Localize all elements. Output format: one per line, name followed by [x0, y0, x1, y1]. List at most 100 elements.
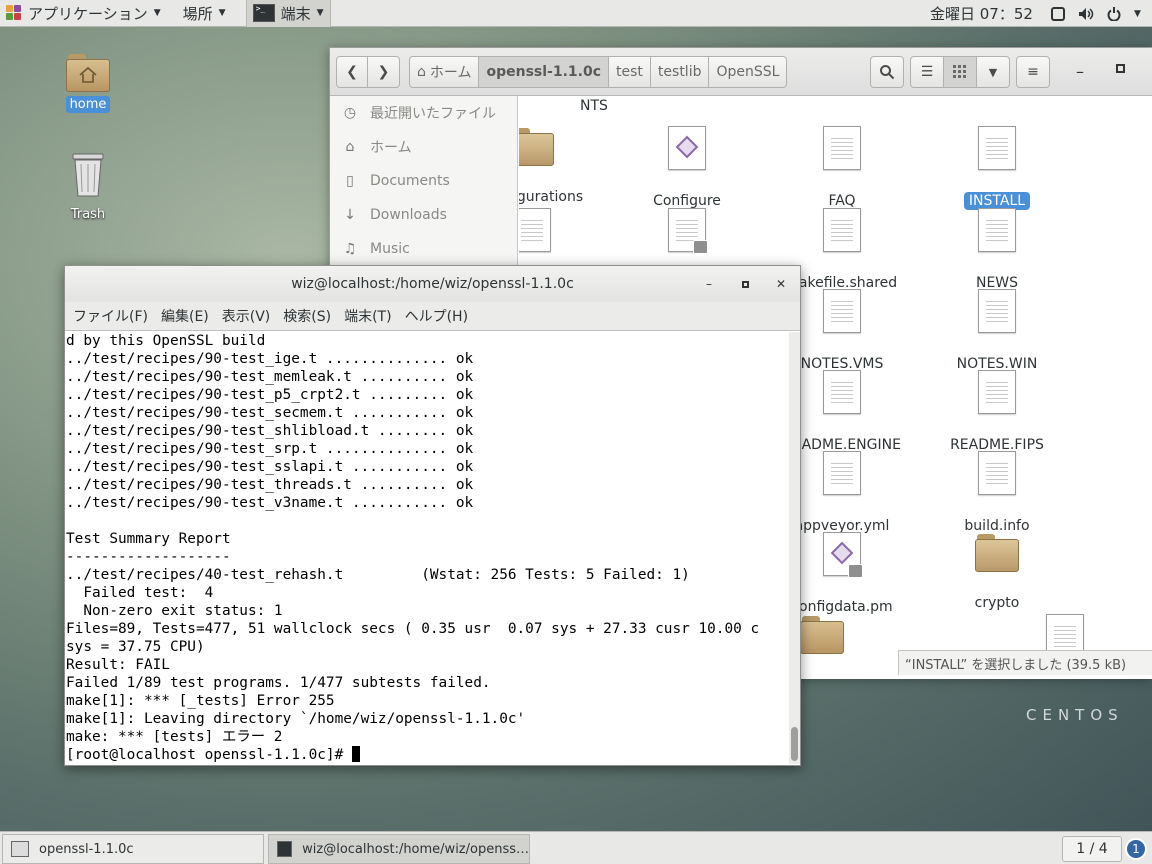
- file-item[interactable]: NEWS: [922, 208, 1072, 292]
- text-file-icon: [978, 370, 1016, 414]
- text-file-icon: [519, 208, 551, 252]
- hamburger-icon: ≡: [1027, 64, 1039, 80]
- script-file-icon: [823, 532, 863, 578]
- terminal-titlebar[interactable]: wiz@localhost:/home/wiz/openssl-1.1.0c –…: [65, 266, 800, 302]
- forward-button[interactable]: ❯: [368, 56, 400, 88]
- terminal-icon: >_: [252, 4, 275, 22]
- minimize-button[interactable]: –: [1070, 62, 1090, 82]
- terminal-menu-item[interactable]: 端末(T): [344, 306, 391, 326]
- list-icon: ☰: [920, 64, 934, 80]
- sidebar-item-label: Music: [370, 241, 410, 257]
- file-item[interactable]: build.info: [922, 451, 1072, 535]
- terminal-icon: [277, 841, 293, 857]
- desktop-home-icon[interactable]: home: [58, 52, 118, 113]
- terminal-cursor: [351, 746, 360, 762]
- text-file-icon: [978, 126, 1016, 170]
- terminal-close-button[interactable]: ✕: [771, 274, 791, 294]
- crumb-testlib-label: testlib: [657, 64, 702, 80]
- file-item[interactable]: Configure: [612, 126, 762, 210]
- centos-logo-text: CENTOS: [1026, 706, 1124, 724]
- chevron-down-icon: ▼: [218, 8, 226, 18]
- clock[interactable]: 金曜日 07：52: [930, 0, 1033, 27]
- text-file-icon: [823, 208, 861, 252]
- selection-status: “INSTALL” を選択しました (39.5 kB): [898, 650, 1152, 675]
- sidebar-item-music[interactable]: ♫ Music: [330, 232, 517, 266]
- terminal-line: sys = 37.75 CPU): [66, 639, 205, 655]
- applications-menu[interactable]: アプリケーション ▼: [0, 0, 167, 27]
- terminal-maximize-button[interactable]: [735, 274, 755, 294]
- terminal-minimize-button[interactable]: –: [699, 274, 719, 294]
- applications-icon: [6, 5, 22, 21]
- clock-icon: ◷: [343, 105, 357, 121]
- scrollbar-thumb[interactable]: [791, 727, 798, 761]
- text-file-icon: [823, 289, 861, 333]
- file-item[interactable]: crypto: [922, 532, 1072, 612]
- list-view-button[interactable]: ☰: [910, 56, 944, 88]
- download-icon: ↓: [344, 207, 356, 223]
- terminal-app-menu[interactable]: >_ 端末 ▼: [245, 0, 331, 27]
- menu-button[interactable]: ≡: [1016, 56, 1050, 88]
- crumb-test-label: test: [616, 64, 643, 80]
- workspace-indicator[interactable]: 1 / 4: [1062, 836, 1122, 862]
- file-item-label: crypto: [974, 595, 1020, 611]
- trash-icon: [72, 153, 104, 197]
- back-button[interactable]: ❮: [336, 56, 368, 88]
- crumb-openssl[interactable]: openssl-1.1.0c: [479, 56, 610, 88]
- clock-label: 金曜日 07：52: [930, 5, 1033, 23]
- crumb-test[interactable]: test: [609, 56, 651, 88]
- sidebar-item-label: 最近開いたファイル: [370, 106, 496, 122]
- sidebar-item-downloads[interactable]: ↓ Downloads: [330, 198, 517, 232]
- search-button[interactable]: [870, 56, 904, 88]
- system-status-menu[interactable]: ▼: [1050, 0, 1141, 27]
- terminal-menubar: ファイル(F) 編集(E) 表示(V) 検索(S) 端末(T) ヘルプ(H): [65, 302, 800, 331]
- script-file-icon: [668, 126, 706, 170]
- terminal-menu-item[interactable]: ファイル(F): [73, 306, 148, 326]
- grid-view-button[interactable]: [943, 56, 977, 88]
- folder-icon: [975, 532, 1019, 572]
- sidebar-item-recent[interactable]: ◷ 最近開いたファイル: [330, 96, 517, 130]
- sidebar-item-documents[interactable]: ▯ Documents: [330, 164, 517, 198]
- terminal-window: wiz@localhost:/home/wiz/openssl-1.1.0c –…: [64, 265, 801, 766]
- crumb-testlib[interactable]: testlib: [650, 56, 710, 88]
- terminal-menu-item[interactable]: 編集(E): [161, 306, 209, 326]
- desktop-home-label: home: [65, 96, 111, 113]
- terminal-line: ../test/recipes/90-test_ige.t ..........…: [66, 351, 474, 367]
- music-icon: ♫: [343, 241, 357, 257]
- folder-icon[interactable]: [800, 614, 844, 654]
- taskbar-item-terminal[interactable]: wiz@localhost:/home/wiz/openss…: [268, 834, 530, 864]
- file-item[interactable]: Configurations: [519, 126, 607, 206]
- notification-badge[interactable]: 1: [1125, 838, 1147, 860]
- file-item[interactable]: INSTALL: [922, 126, 1072, 210]
- power-icon: [1106, 6, 1122, 22]
- view-options-button[interactable]: ▼: [976, 56, 1010, 88]
- crumb-home[interactable]: ⌂ ホーム: [409, 56, 480, 88]
- terminal-scrollbar[interactable]: [789, 332, 800, 764]
- home-icon: ⌂: [345, 139, 355, 155]
- sidebar-item-label: Downloads: [370, 207, 447, 223]
- minimize-icon: –: [706, 277, 712, 291]
- terminal-menu-item[interactable]: ヘルプ(H): [405, 306, 468, 326]
- text-file-icon: [823, 126, 861, 170]
- file-item[interactable]: FAQ: [767, 126, 917, 210]
- crumb-openssl-dir[interactable]: OpenSSL: [709, 56, 788, 88]
- chevron-down-icon: ▼: [316, 8, 324, 18]
- places-menu[interactable]: 場所 ▼: [177, 0, 232, 27]
- taskbar-item-file-manager[interactable]: openssl-1.1.0c: [2, 834, 264, 864]
- minimize-icon: –: [1076, 62, 1084, 81]
- terminal-line: ../test/recipes/90-test_threads.t ......…: [66, 477, 474, 493]
- terminal-output[interactable]: d by this OpenSSL build ../test/recipes/9…: [66, 332, 788, 764]
- desktop-trash-icon[interactable]: Trash: [58, 152, 118, 223]
- terminal-line: ../test/recipes/90-test_sslapi.t .......…: [66, 459, 474, 475]
- sidebar-item-home[interactable]: ⌂ ホーム: [330, 130, 517, 164]
- file-item[interactable]: NOTES.WIN: [922, 289, 1072, 373]
- file-item-label: Configurations: [519, 189, 584, 205]
- terminal-app-label: 端末: [280, 4, 311, 23]
- terminal-line: Non-zero exit status: 1: [66, 603, 283, 619]
- maximize-button[interactable]: [1110, 64, 1130, 84]
- terminal-line: d by this OpenSSL build: [66, 333, 266, 349]
- file-item[interactable]: README.FIPS: [922, 370, 1072, 454]
- maximize-icon: [1115, 64, 1125, 73]
- terminal-menu-item[interactable]: 表示(V): [222, 306, 271, 326]
- terminal-menu-item[interactable]: 検索(S): [283, 306, 331, 326]
